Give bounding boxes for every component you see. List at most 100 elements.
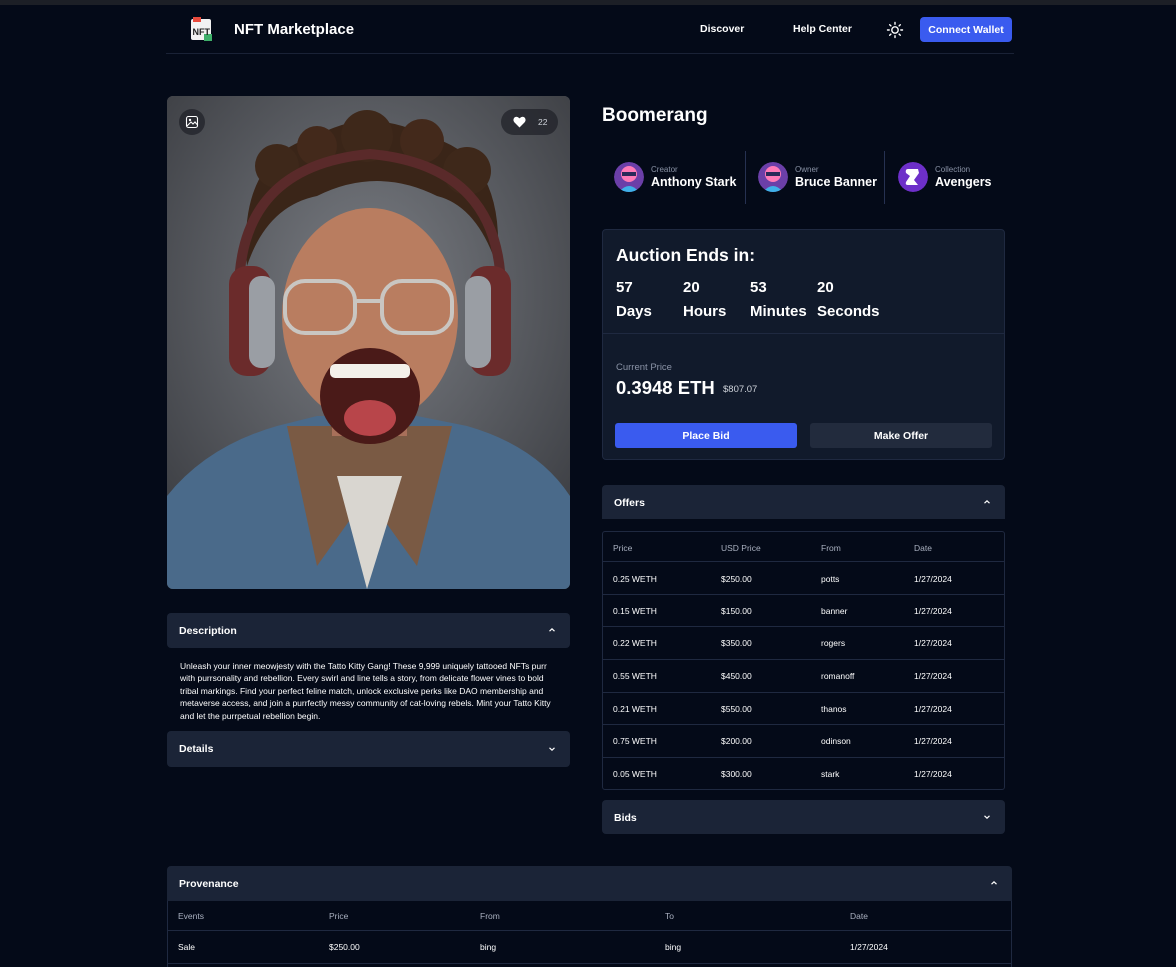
creator-avatar	[614, 162, 644, 192]
chevron-up-icon	[549, 627, 555, 632]
offers-col-date: Date	[914, 543, 932, 553]
description-title: Description	[179, 625, 237, 637]
offer-date: 1/27/2024	[914, 574, 952, 584]
offer-date: 1/27/2024	[914, 736, 952, 746]
place-bid-button[interactable]: Place Bid	[615, 423, 797, 448]
countdown-seconds-value: 20	[817, 279, 834, 296]
provenance-col-from: From	[480, 911, 500, 921]
countdown-seconds-label: Seconds	[817, 303, 880, 320]
table-row[interactable]: 0.21 WETH $550.00 thanos 1/27/2024	[603, 692, 1004, 725]
collection-role-label: Collection	[935, 165, 971, 174]
offers-table: Price USD Price From Date 0.25 WETH $250…	[602, 531, 1005, 790]
details-title: Details	[179, 743, 214, 755]
logo-text: NFT	[193, 27, 211, 37]
offer-usd-price: $150.00	[721, 606, 752, 616]
provenance-event: Sale	[178, 942, 196, 952]
offer-date: 1/27/2024	[914, 606, 952, 616]
offer-usd-price: $350.00	[721, 638, 752, 648]
nav-help-center-link[interactable]: Help Center	[793, 23, 852, 35]
provenance-to: bing	[665, 942, 682, 952]
like-button[interactable]: 22	[501, 109, 558, 135]
collection-avatar	[898, 162, 928, 192]
table-row[interactable]: 0.15 WETH $150.00 banner 1/27/2024	[603, 594, 1004, 627]
provenance-col-to: To	[665, 911, 674, 921]
connect-wallet-button[interactable]: Connect Wallet	[920, 17, 1012, 42]
nft-image: 22	[167, 96, 570, 589]
bids-title: Bids	[614, 812, 637, 824]
offer-usd-price: $550.00	[721, 704, 752, 714]
provenance-price: $250.00	[329, 942, 360, 952]
offer-from: thanos	[821, 704, 847, 714]
chevron-up-icon	[991, 880, 997, 885]
make-offer-button[interactable]: Make Offer	[810, 423, 992, 448]
provenance-from: bing	[480, 942, 497, 952]
countdown-minutes-value: 53	[750, 279, 767, 296]
offer-from: banner	[821, 606, 848, 616]
provenance-col-price: Price	[329, 911, 349, 921]
image-icon	[185, 115, 199, 129]
collection-info[interactable]: Collection Avengers	[898, 162, 1003, 192]
nft-title: Boomerang	[602, 105, 708, 126]
brand-name[interactable]: NFT Marketplace	[234, 21, 354, 38]
table-row[interactable]: 0.05 WETH $300.00 stark 1/27/2024	[603, 757, 1004, 789]
provenance-table: Events Price From To Date Sale $250.00 b…	[167, 901, 1012, 967]
logo-icon[interactable]: NFT	[190, 16, 214, 42]
nav-discover-link[interactable]: Discover	[700, 23, 744, 35]
offers-col-usd-price: USD Price	[721, 543, 761, 553]
image-view-button[interactable]	[179, 109, 205, 135]
bids-accordion-header[interactable]: Bids	[602, 800, 1005, 834]
offer-date: 1/27/2024	[914, 704, 952, 714]
auction-panel: Auction Ends in: 57 Days 20 Hours 53 Min…	[602, 229, 1005, 460]
offer-price: 0.15 WETH	[613, 606, 657, 616]
offers-accordion-header[interactable]: Offers	[602, 485, 1005, 519]
divider	[603, 333, 1004, 334]
countdown-minutes-label: Minutes	[750, 303, 807, 320]
divider	[745, 151, 746, 204]
offer-from: romanoff	[821, 671, 855, 681]
table-row[interactable]: Sale $250.00 bing bing 1/27/2024	[168, 930, 1011, 964]
like-count: 22	[538, 117, 548, 127]
offer-usd-price: $200.00	[721, 736, 752, 746]
offer-price: 0.25 WETH	[613, 574, 657, 584]
offer-date: 1/27/2024	[914, 638, 952, 648]
details-accordion-header[interactable]: Details	[167, 731, 570, 767]
table-row[interactable]: 0.75 WETH $200.00 odinson 1/27/2024	[603, 724, 1004, 757]
offers-col-price: Price	[613, 543, 633, 553]
sun-icon[interactable]	[886, 21, 904, 39]
offer-date: 1/27/2024	[914, 671, 952, 681]
collection-name[interactable]: Avengers	[935, 175, 992, 189]
creator-info[interactable]: Creator Anthony Stark	[614, 162, 744, 192]
table-row[interactable]: 0.55 WETH $450.00 romanoff 1/27/2024	[603, 659, 1004, 692]
owner-role-label: Owner	[795, 165, 819, 174]
heart-icon	[513, 116, 526, 128]
owner-name[interactable]: Bruce Banner	[795, 175, 877, 189]
auction-title: Auction Ends in:	[616, 245, 756, 265]
table-row[interactable]: 0.25 WETH $250.00 potts 1/27/2024	[603, 561, 1004, 594]
provenance-date: 1/27/2024	[850, 942, 888, 952]
offer-from: potts	[821, 574, 840, 584]
offer-from: rogers	[821, 638, 846, 648]
provenance-col-date: Date	[850, 911, 868, 921]
provenance-accordion-header[interactable]: Provenance	[167, 866, 1012, 901]
offer-price: 0.21 WETH	[613, 704, 657, 714]
offer-price: 0.75 WETH	[613, 736, 657, 746]
description-accordion-header[interactable]: Description	[167, 613, 570, 648]
description-text: Unleash your inner meowjesty with the Ta…	[180, 661, 551, 721]
offer-price: 0.05 WETH	[613, 769, 657, 779]
table-row[interactable]: 0.22 WETH $350.00 rogers 1/27/2024	[603, 626, 1004, 659]
navbar: NFT NFT Marketplace Discover Help Center…	[166, 6, 1014, 54]
current-price-label: Current Price	[616, 362, 672, 373]
offer-price: 0.22 WETH	[613, 638, 657, 648]
creator-role-label: Creator	[651, 165, 678, 174]
offers-col-from: From	[821, 543, 841, 553]
offer-usd-price: $450.00	[721, 671, 752, 681]
offer-usd-price: $300.00	[721, 769, 752, 779]
offer-price: 0.55 WETH	[613, 671, 657, 681]
creator-name[interactable]: Anthony Stark	[651, 175, 736, 189]
offer-usd-price: $250.00	[721, 574, 752, 584]
countdown-days-label: Days	[616, 303, 652, 320]
chevron-down-icon	[984, 815, 990, 820]
owner-avatar	[758, 162, 788, 192]
current-price-usd: $807.07	[723, 384, 758, 395]
owner-info[interactable]: Owner Bruce Banner	[758, 162, 883, 192]
